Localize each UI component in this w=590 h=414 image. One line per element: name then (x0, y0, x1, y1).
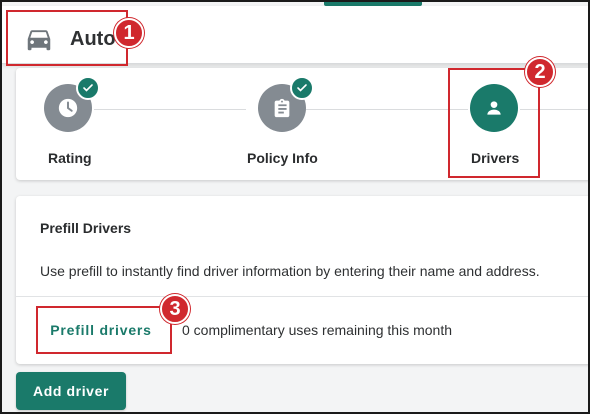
auto-title-highlight: Auto (6, 10, 128, 66)
page-title: Auto (70, 28, 116, 50)
prefill-drivers-card: Prefill Drivers Use prefill to instantly… (16, 196, 588, 364)
car-icon (27, 30, 51, 51)
annotation-badge-3: 3 (160, 294, 190, 324)
step-connector (306, 109, 468, 110)
check-icon (290, 76, 314, 100)
drivers-step-highlight (448, 68, 540, 178)
clock-icon (58, 98, 78, 118)
prefill-title: Prefill Drivers (40, 220, 132, 236)
uses-remaining-text: 0 complimentary uses remaining this mont… (182, 322, 453, 338)
prefill-drivers-button[interactable]: Prefill drivers (40, 312, 162, 348)
clipboard-icon (274, 98, 290, 118)
add-driver-button[interactable]: Add driver (16, 372, 126, 410)
step-label: Rating (48, 150, 92, 166)
step-connector (94, 109, 246, 110)
prefill-description: Use prefill to instantly find driver inf… (40, 263, 540, 279)
page-header: Auto 1 (2, 6, 588, 66)
annotation-badge-2: 2 (525, 57, 555, 87)
app-frame: Auto 1 Rating Policy Info Drivers 2 Pref… (0, 0, 590, 414)
check-icon (76, 76, 100, 100)
step-label: Policy Info (247, 150, 318, 166)
progress-stepper: Rating Policy Info Drivers (16, 68, 588, 180)
annotation-badge-1: 1 (114, 18, 144, 48)
divider (16, 296, 588, 297)
